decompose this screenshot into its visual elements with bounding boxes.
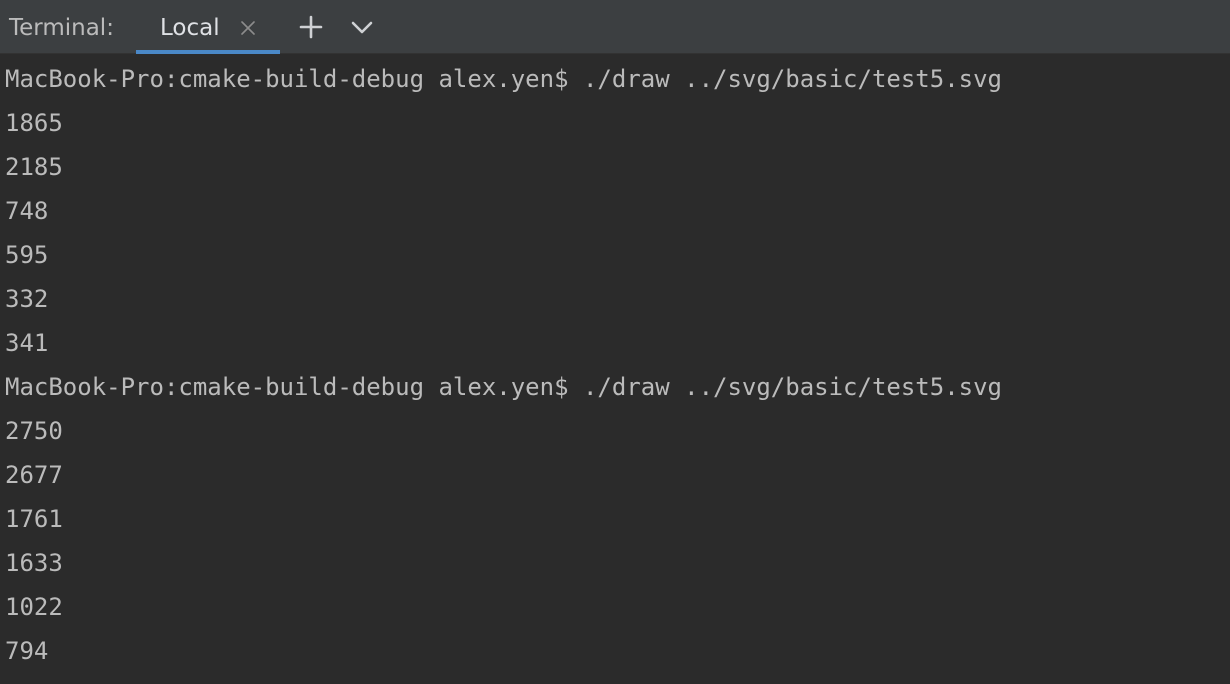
terminal-tool-window-header: Terminal: Local <box>0 0 1230 54</box>
terminal-line: 2185 <box>5 153 63 181</box>
terminal-line: 794 <box>5 637 49 665</box>
terminal-output[interactable]: MacBook-Pro:cmake-build-debug alex.yen$ … <box>0 58 1230 684</box>
terminal-line: 595 <box>5 241 49 269</box>
terminal-line: 1865 <box>5 109 63 137</box>
terminal-line: MacBook-Pro:cmake-build-debug alex.yen$ … <box>5 373 1002 401</box>
terminal-line: MacBook-Pro:cmake-build-debug alex.yen$ … <box>5 65 1002 93</box>
terminal-line: 2677 <box>5 461 63 489</box>
plus-icon[interactable] <box>298 14 324 40</box>
close-icon[interactable] <box>239 19 257 37</box>
terminal-line: 1022 <box>5 593 63 621</box>
tab-label: Local <box>160 15 220 41</box>
chevron-down-icon[interactable] <box>349 14 375 40</box>
terminal-line: 2750 <box>5 417 63 445</box>
tab-local[interactable]: Local <box>136 0 280 54</box>
terminal-line: 341 <box>5 329 49 357</box>
tool-window-title: Terminal: <box>9 15 114 41</box>
terminal-line: 748 <box>5 197 49 225</box>
terminal-line: 1633 <box>5 549 63 577</box>
terminal-line: 332 <box>5 285 49 313</box>
active-tab-indicator <box>136 50 280 54</box>
terminal-line: 1761 <box>5 505 63 533</box>
